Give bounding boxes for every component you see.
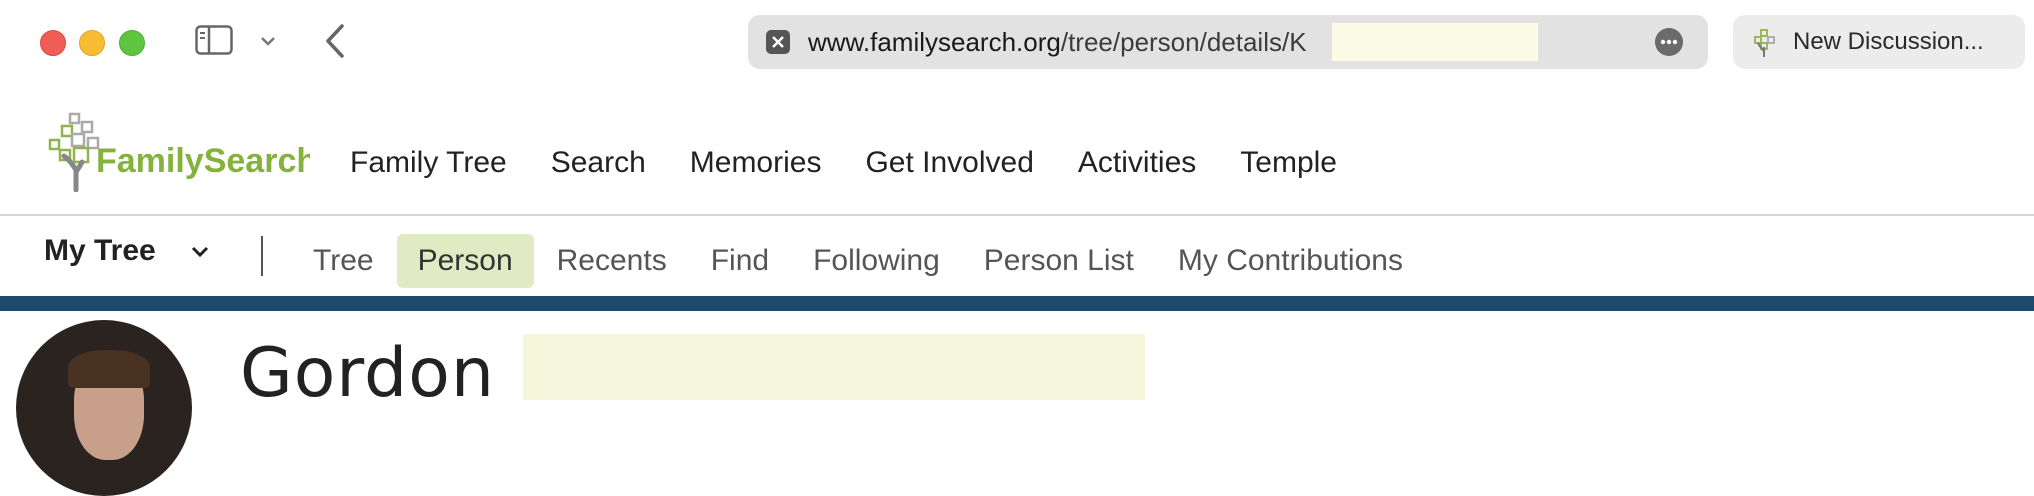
close-window-button[interactable] [40, 30, 66, 56]
new-discussion-label: New Discussion... [1793, 28, 1984, 55]
more-options-icon[interactable] [1655, 28, 1683, 56]
subnav-person[interactable]: Person [396, 234, 534, 288]
header-band [0, 296, 2034, 311]
back-arrow-icon[interactable] [322, 22, 350, 60]
new-discussion-button[interactable]: New Discussion... [1733, 15, 2025, 69]
family-tree-icon [1754, 29, 1775, 57]
subnav-person-list[interactable]: Person List [963, 234, 1155, 288]
close-tab-icon[interactable] [766, 30, 790, 54]
chevron-down-icon[interactable] [258, 31, 278, 51]
nav-temple[interactable]: Temple [1240, 146, 1337, 180]
nav-get-involved[interactable]: Get Involved [865, 146, 1033, 180]
redacted-area [523, 334, 1145, 400]
subnav-my-contributions[interactable]: My Contributions [1157, 234, 1424, 288]
main-nav: Family Tree Search Memories Get Involved… [350, 146, 1381, 180]
tree-subnav: My Tree Tree Person Recents Find Followi… [0, 216, 2034, 296]
browser-toolbar: www.familysearch.org/tree/person/details… [0, 0, 2034, 84]
nav-family-tree[interactable]: Family Tree [350, 146, 507, 180]
address-bar[interactable]: www.familysearch.org/tree/person/details… [748, 15, 1708, 69]
person-avatar[interactable] [16, 320, 192, 496]
nav-search[interactable]: Search [551, 146, 646, 180]
subnav-tree[interactable]: Tree [292, 234, 395, 288]
subnav-items: Tree Person Recents Find Following Perso… [292, 234, 1426, 288]
logo-text: FamilySearch [96, 142, 310, 180]
subnav-find[interactable]: Find [690, 234, 790, 288]
person-name: Gordon [240, 334, 495, 413]
redacted-area [1332, 23, 1538, 61]
subnav-following[interactable]: Following [792, 234, 961, 288]
url-path: /tree/person/details/K [1060, 27, 1307, 57]
avatar-hair [68, 350, 150, 388]
my-tree-menu[interactable]: My Tree [44, 234, 156, 268]
nav-memories[interactable]: Memories [690, 146, 822, 180]
url-text[interactable]: www.familysearch.org/tree/person/details… [808, 27, 1307, 57]
url-domain: www.familysearch.org [808, 27, 1061, 57]
divider [261, 236, 263, 276]
nav-activities[interactable]: Activities [1078, 146, 1196, 180]
subnav-recents[interactable]: Recents [536, 234, 688, 288]
chevron-down-icon[interactable] [190, 242, 210, 262]
sidebar-toggle-icon[interactable] [195, 25, 233, 55]
site-header: FamilySearch Family Tree Search Memories… [0, 84, 2034, 216]
zoom-window-button[interactable] [119, 30, 145, 56]
minimize-window-button[interactable] [79, 30, 105, 56]
familysearch-logo[interactable]: FamilySearch [48, 112, 310, 192]
